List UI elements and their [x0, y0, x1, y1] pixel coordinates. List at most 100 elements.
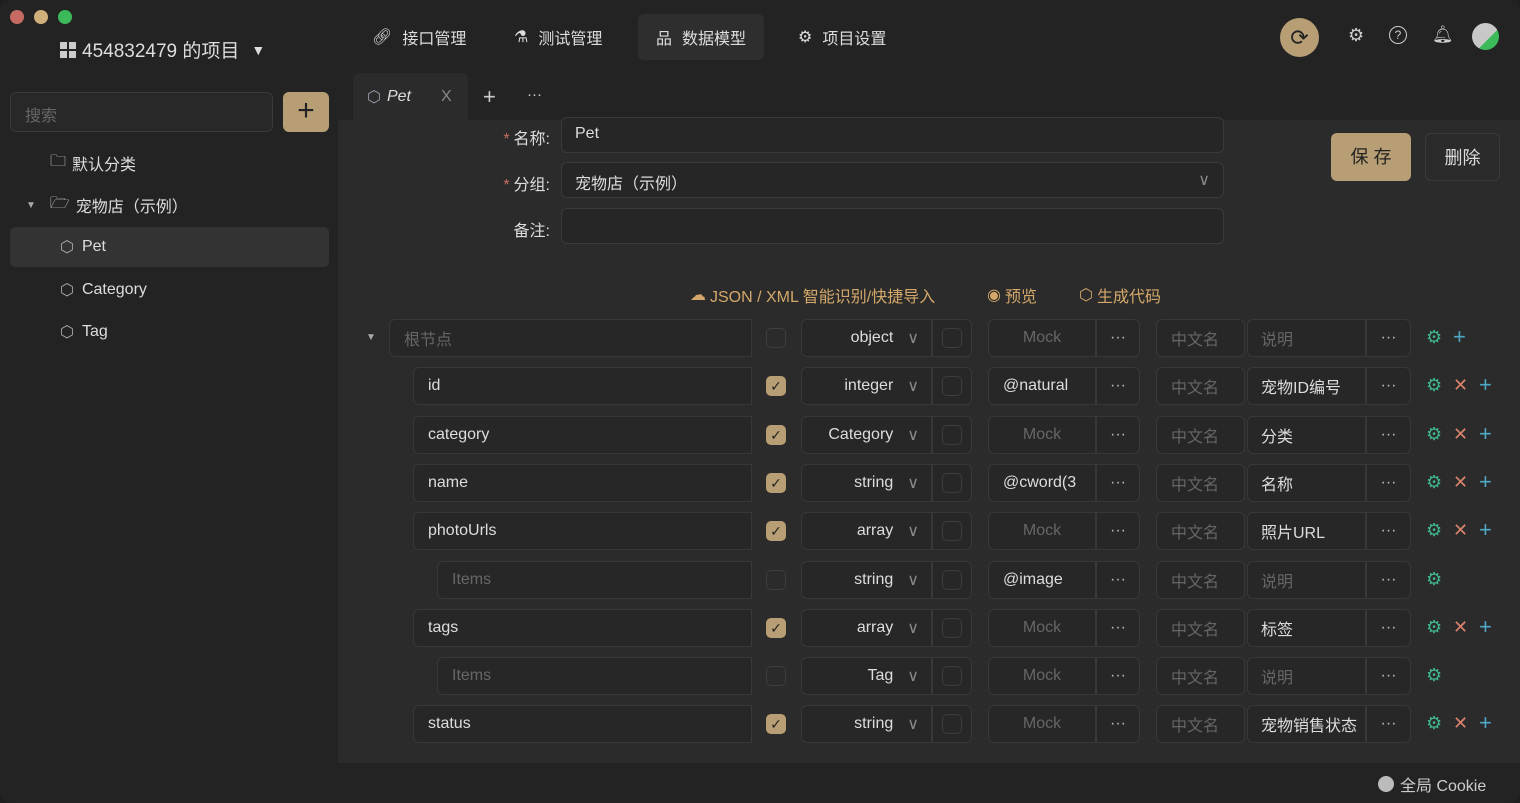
description-input[interactable]: 宠物销售状态 — [1247, 705, 1366, 744]
avatar[interactable] — [1472, 23, 1499, 50]
chinese-name-input[interactable]: 中文名 — [1156, 415, 1245, 454]
required-checkbox[interactable]: ✓ — [766, 472, 786, 493]
gear-icon[interactable]: ⚙︎ — [1426, 712, 1442, 734]
delete-field-icon[interactable]: ✕ — [1453, 519, 1468, 541]
chinese-name-input[interactable]: 中文名 — [1156, 463, 1245, 502]
gear-icon[interactable]: ⚙︎ — [1426, 471, 1442, 493]
chinese-name-input[interactable]: 中文名 — [1156, 319, 1245, 357]
description-more-button[interactable]: ··· — [1366, 705, 1411, 744]
nullable-toggle[interactable] — [932, 367, 972, 406]
type-select[interactable]: Tag ∨ — [801, 657, 932, 696]
nullable-toggle[interactable] — [932, 560, 972, 599]
mock-more-button[interactable]: ··· — [1096, 415, 1140, 454]
tab-pet[interactable]: ⬡ Pet X — [353, 73, 468, 121]
delete-field-icon[interactable]: ✕ — [1453, 374, 1468, 396]
add-icon[interactable]: + — [1479, 615, 1492, 638]
description-more-button[interactable]: ··· — [1366, 319, 1411, 357]
type-select[interactable]: Category ∨ — [801, 415, 932, 454]
mock-more-button[interactable]: ··· — [1096, 367, 1140, 406]
delete-field-icon[interactable]: ✕ — [1453, 712, 1468, 734]
name-input[interactable]: Pet — [561, 117, 1224, 153]
required-checkbox[interactable]: ✓ — [766, 617, 786, 638]
required-checkbox[interactable]: ✓ — [766, 376, 786, 397]
type-select[interactable]: string ∨ — [801, 463, 932, 502]
required-checkbox[interactable] — [766, 666, 786, 687]
gear-icon[interactable]: ⚙︎ — [1426, 568, 1442, 590]
description-more-button[interactable]: ··· — [1366, 367, 1411, 406]
nullable-checkbox[interactable] — [942, 521, 962, 542]
field-name-input[interactable]: photoUrls — [413, 512, 752, 551]
chinese-name-input[interactable]: 中文名 — [1156, 705, 1245, 744]
delete-field-icon[interactable]: ✕ — [1453, 471, 1468, 493]
description-input[interactable]: 分类 — [1247, 415, 1366, 454]
gear-icon[interactable]: ⚙︎ — [1426, 664, 1442, 686]
chinese-name-input[interactable]: 中文名 — [1156, 367, 1245, 406]
collapse-caret-icon[interactable]: ▼ — [366, 332, 376, 343]
field-name-input[interactable]: 根节点 — [389, 319, 752, 357]
nullable-checkbox[interactable] — [942, 666, 962, 687]
add-icon[interactable]: + — [1453, 326, 1466, 348]
mock-more-button[interactable]: ··· — [1096, 463, 1140, 502]
nullable-checkbox[interactable] — [942, 714, 962, 735]
add-icon[interactable]: + — [1479, 422, 1492, 445]
field-name-input[interactable]: category — [413, 415, 752, 454]
description-input[interactable]: 说明 — [1247, 560, 1366, 599]
sidebar-item-petstore[interactable]: ▼ 🗁 宠物店（示例） — [10, 185, 329, 225]
description-input[interactable]: 宠物ID编号 — [1247, 367, 1366, 406]
add-icon[interactable]: + — [1479, 519, 1492, 541]
sidebar-item-default[interactable]: 🗀 默认分类 — [10, 143, 329, 183]
gear-icon[interactable]: ⚙︎ — [1426, 616, 1442, 638]
required-checkbox[interactable]: ✓ — [766, 521, 786, 542]
required-checkbox[interactable] — [766, 569, 786, 590]
description-more-button[interactable]: ··· — [1366, 657, 1411, 696]
description-input[interactable]: 名称 — [1247, 463, 1366, 502]
preview-link[interactable]: ◉ 预览 — [987, 283, 1037, 307]
save-button[interactable]: 保 存 — [1331, 133, 1411, 181]
description-more-button[interactable]: ··· — [1366, 560, 1411, 599]
nav-data-model[interactable]: 品数据模型 — [638, 14, 765, 60]
mock-input[interactable]: @image — [988, 560, 1096, 599]
field-name-input[interactable]: Items — [437, 657, 752, 696]
mock-input[interactable]: @natural — [988, 367, 1096, 406]
nav-api-management[interactable]: 🔗︎ 接口管理 — [354, 14, 484, 60]
mock-input[interactable]: Mock — [988, 415, 1096, 454]
gear-icon[interactable]: ⚙︎ — [1426, 326, 1442, 348]
project-switcher[interactable]: 454832479 的项目 ▼ — [60, 36, 265, 63]
delete-button[interactable]: 删除 — [1425, 133, 1500, 181]
type-select[interactable]: array ∨ — [801, 608, 932, 647]
mock-input[interactable]: Mock — [988, 512, 1096, 551]
add-icon[interactable]: + — [1479, 374, 1492, 396]
close-tab-icon[interactable]: X — [441, 88, 452, 106]
add-icon[interactable]: + — [1479, 712, 1492, 734]
sidebar-item-pet[interactable]: ⬡ Pet — [10, 227, 329, 267]
gear-icon[interactable]: ⚙︎ — [1426, 519, 1442, 541]
description-more-button[interactable]: ··· — [1366, 512, 1411, 551]
nullable-checkbox[interactable] — [942, 328, 962, 348]
description-input[interactable]: 说明 — [1247, 319, 1366, 357]
field-name-input[interactable]: status — [413, 705, 752, 744]
help-icon[interactable]: ? — [1389, 26, 1407, 44]
chinese-name-input[interactable]: 中文名 — [1156, 560, 1245, 599]
nullable-toggle[interactable] — [932, 463, 972, 502]
field-name-input[interactable]: tags — [413, 608, 752, 647]
minimize-window-button[interactable] — [34, 10, 48, 24]
description-input[interactable]: 标签 — [1247, 608, 1366, 647]
required-checkbox[interactable]: ✓ — [766, 714, 786, 735]
sidebar-item-category[interactable]: ⬡ Category — [10, 270, 329, 310]
nullable-checkbox[interactable] — [942, 617, 962, 638]
mock-input[interactable]: Mock — [988, 705, 1096, 744]
description-more-button[interactable]: ··· — [1366, 608, 1411, 647]
chinese-name-input[interactable]: 中文名 — [1156, 657, 1245, 696]
required-checkbox[interactable] — [766, 328, 786, 348]
gear-icon[interactable]: ⚙︎ — [1426, 423, 1442, 445]
note-input[interactable] — [561, 208, 1224, 244]
import-link[interactable]: ☁︎ JSON / XML 智能识别/快捷导入 — [690, 283, 935, 307]
nullable-toggle[interactable] — [932, 415, 972, 454]
field-name-input[interactable]: name — [413, 463, 752, 502]
description-more-button[interactable]: ··· — [1366, 415, 1411, 454]
bell-icon[interactable]: 🔔︎ — [1432, 25, 1454, 45]
close-window-button[interactable] — [10, 10, 24, 24]
nav-test-management[interactable]: ⚗︎ 测试管理 — [496, 14, 620, 60]
mock-more-button[interactable]: ··· — [1096, 657, 1140, 696]
description-input[interactable]: 照片URL — [1247, 512, 1366, 551]
